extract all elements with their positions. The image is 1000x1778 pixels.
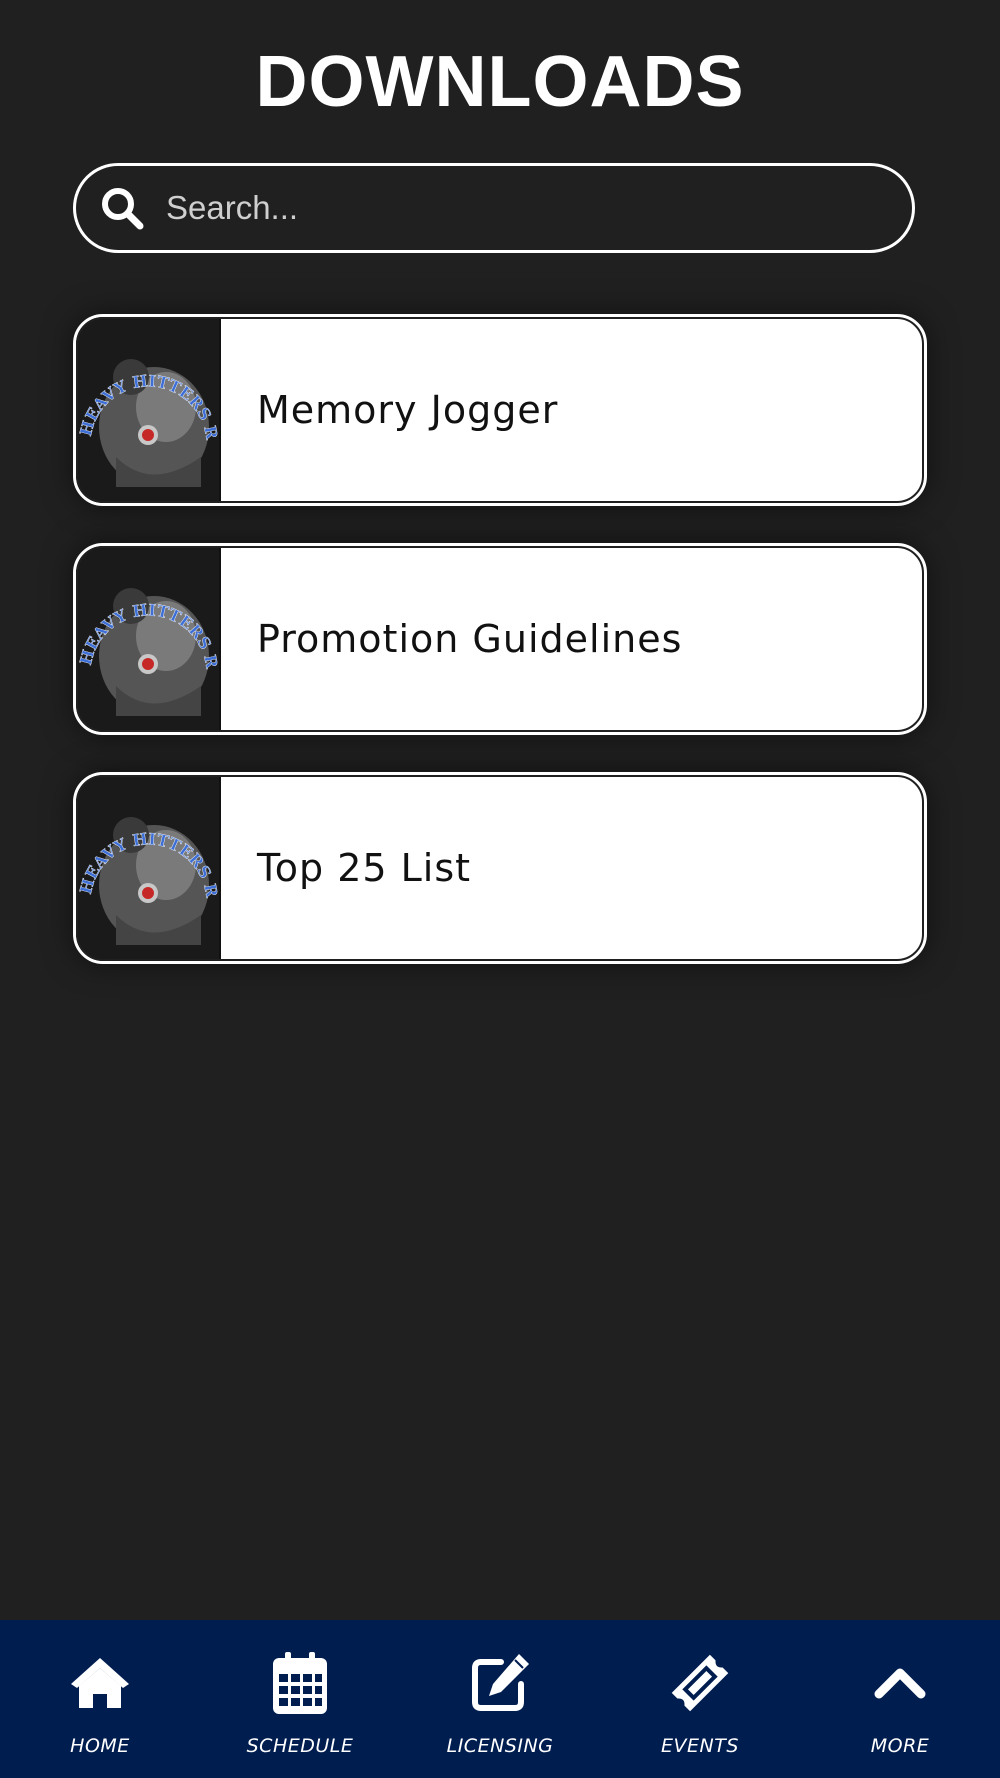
edit-icon bbox=[467, 1650, 533, 1721]
downloads-list: HEAVY HITTERS REALM Memory Jogger HEAVY … bbox=[73, 314, 927, 1001]
nav-label: EVENTS bbox=[661, 1735, 739, 1757]
logo-thumbnail: HEAVY HITTERS REALM bbox=[76, 775, 221, 961]
calendar-icon bbox=[267, 1650, 333, 1721]
nav-item-home[interactable]: HOME bbox=[0, 1620, 200, 1778]
nav-item-schedule[interactable]: SCHEDULE bbox=[200, 1620, 400, 1778]
chevron-up-icon bbox=[867, 1650, 933, 1721]
nav-item-licensing[interactable]: LICENSING bbox=[400, 1620, 600, 1778]
nav-label: HOME bbox=[70, 1735, 130, 1757]
nav-item-more[interactable]: MORE bbox=[800, 1620, 1000, 1778]
download-item-label: Top 25 List bbox=[257, 846, 472, 890]
nav-item-events[interactable]: EVENTS bbox=[600, 1620, 800, 1778]
logo-thumbnail: HEAVY HITTERS REALM bbox=[76, 546, 221, 732]
home-icon bbox=[67, 1650, 133, 1721]
nav-label: SCHEDULE bbox=[246, 1735, 354, 1757]
logo-thumbnail: HEAVY HITTERS REALM bbox=[76, 317, 221, 503]
download-item-top-25-list[interactable]: HEAVY HITTERS REALM Top 25 List bbox=[73, 772, 927, 964]
download-item-label: Memory Jogger bbox=[257, 388, 559, 432]
bottom-nav: HOME SCHEDULE LICENSING EVENTS MORE bbox=[0, 1620, 1000, 1778]
page-title: DOWNLOADS bbox=[255, 42, 745, 122]
download-item-memory-jogger[interactable]: HEAVY HITTERS REALM Memory Jogger bbox=[73, 314, 927, 506]
search-icon bbox=[98, 184, 146, 232]
search-bar[interactable] bbox=[73, 163, 915, 253]
search-input[interactable] bbox=[166, 189, 882, 227]
ticket-icon bbox=[667, 1650, 733, 1721]
nav-label: LICENSING bbox=[446, 1735, 554, 1757]
download-item-label: Promotion Guidelines bbox=[257, 617, 683, 661]
download-item-promotion-guidelines[interactable]: HEAVY HITTERS REALM Promotion Guidelines bbox=[73, 543, 927, 735]
nav-label: MORE bbox=[870, 1735, 930, 1757]
